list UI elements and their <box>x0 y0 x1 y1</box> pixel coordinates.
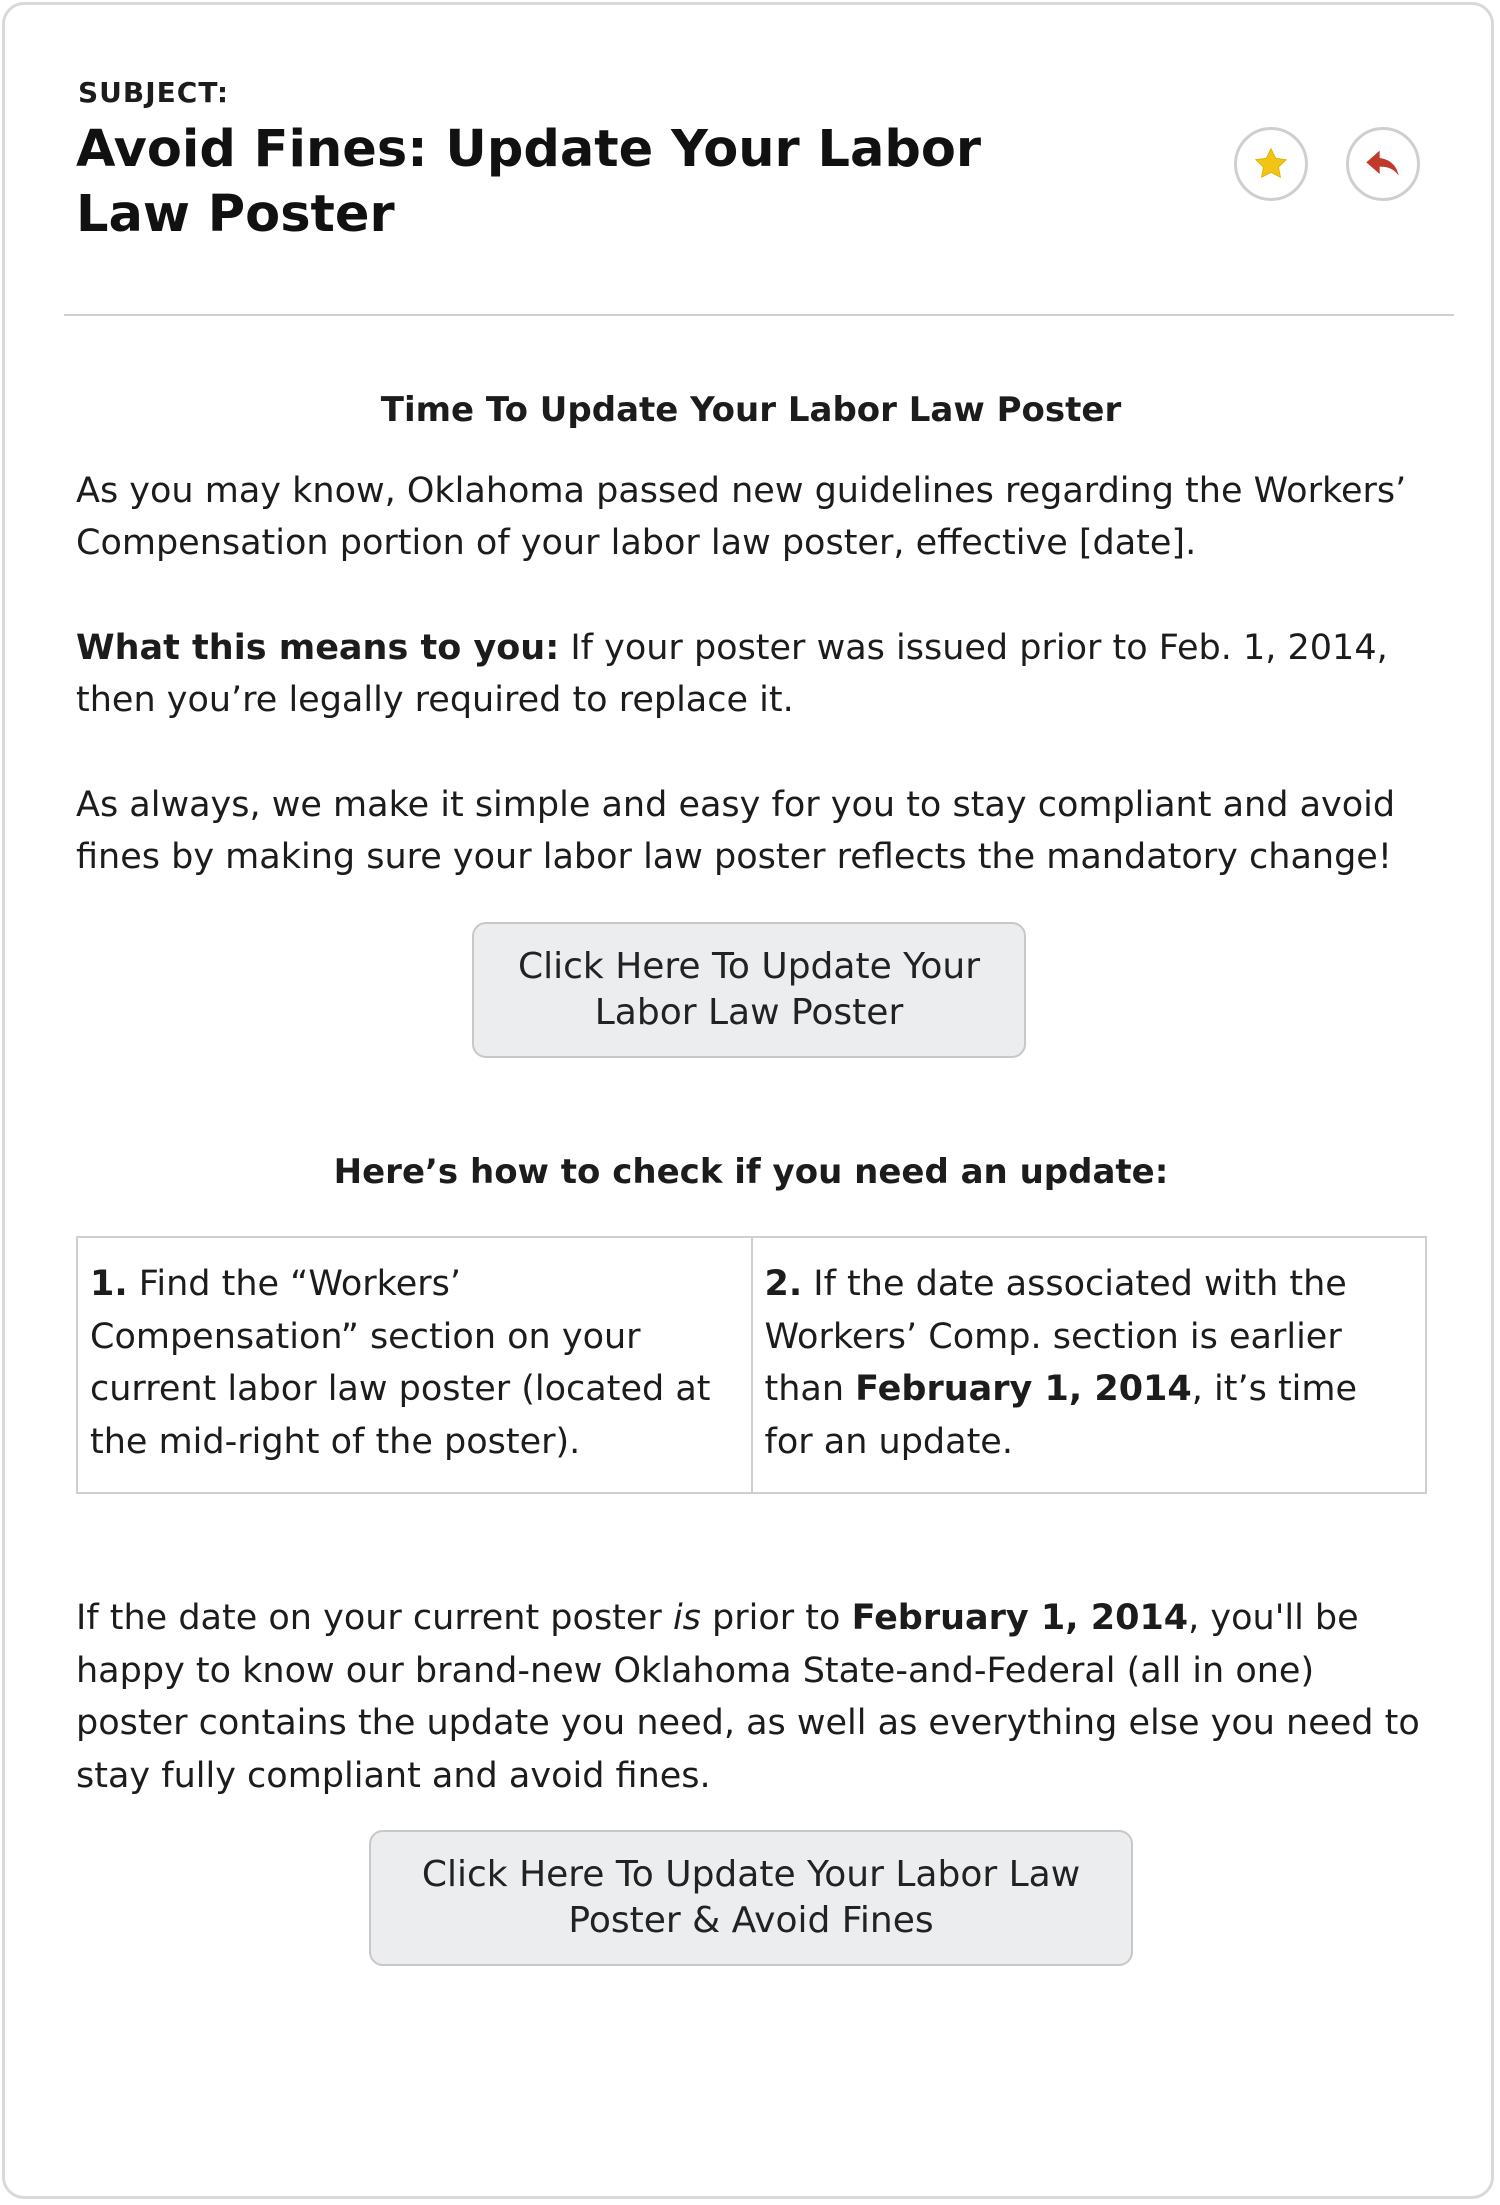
email-body: Time To Update Your Labor Law Poster As … <box>76 384 1427 1966</box>
always-paragraph: As always, we make it simple and easy fo… <box>76 784 1396 878</box>
final-emphasis: is <box>672 1598 701 1638</box>
intro-paragraph: As you may know, Oklahoma passed new gui… <box>76 470 1407 564</box>
subject-title: Avoid Fines: Update Your Labor Law Poste… <box>76 120 982 244</box>
step-text: Find the “Workers’ Compensation” section… <box>90 1264 711 1462</box>
subject-label: SUBJECT: <box>78 76 230 109</box>
final-paragraph: If the date on your current poster is pr… <box>76 1592 1426 1802</box>
star-icon <box>1254 147 1288 179</box>
star-button[interactable] <box>1234 127 1308 201</box>
update-poster-avoid-fines-button[interactable]: Click Here To Update Your Labor Law Post… <box>369 1830 1133 1966</box>
final-text: prior to <box>700 1598 852 1638</box>
email-header: SUBJECT: Avoid Fines: Update Your Labor … <box>76 76 1076 247</box>
update-poster-button[interactable]: Click Here To Update Your Labor Law Post… <box>472 921 1026 1058</box>
steps-table: 1. Find the “Workers’ Compensation” sect… <box>76 1236 1427 1494</box>
step-date: February 1, 2014 <box>855 1369 1192 1409</box>
reply-button[interactable] <box>1346 127 1420 201</box>
final-date: February 1, 2014 <box>851 1598 1189 1638</box>
step-number: 2. <box>764 1264 803 1304</box>
final-text: If the date on your current poster <box>76 1598 673 1638</box>
step-number: 1. <box>90 1264 128 1304</box>
reply-arrow-icon <box>1366 150 1399 176</box>
step-2: 2. If the date associated with the Worke… <box>750 1238 1426 1492</box>
cta1-wrap: Click Here To Update Your Labor Law Post… <box>76 884 1426 1146</box>
content-heading: Time To Update Your Labor Law Poster <box>380 390 1122 430</box>
means-label: What this means to you: <box>76 627 560 668</box>
step-1: 1. Find the “Workers’ Compensation” sect… <box>78 1238 751 1492</box>
means-paragraph: What this means to you: If your poster w… <box>76 622 1426 727</box>
check-heading: Here’s how to check if you need an updat… <box>333 1151 1169 1192</box>
cta2-wrap: Click Here To Update Your Labor Law Post… <box>76 1802 1426 1966</box>
header-divider <box>64 314 1454 316</box>
